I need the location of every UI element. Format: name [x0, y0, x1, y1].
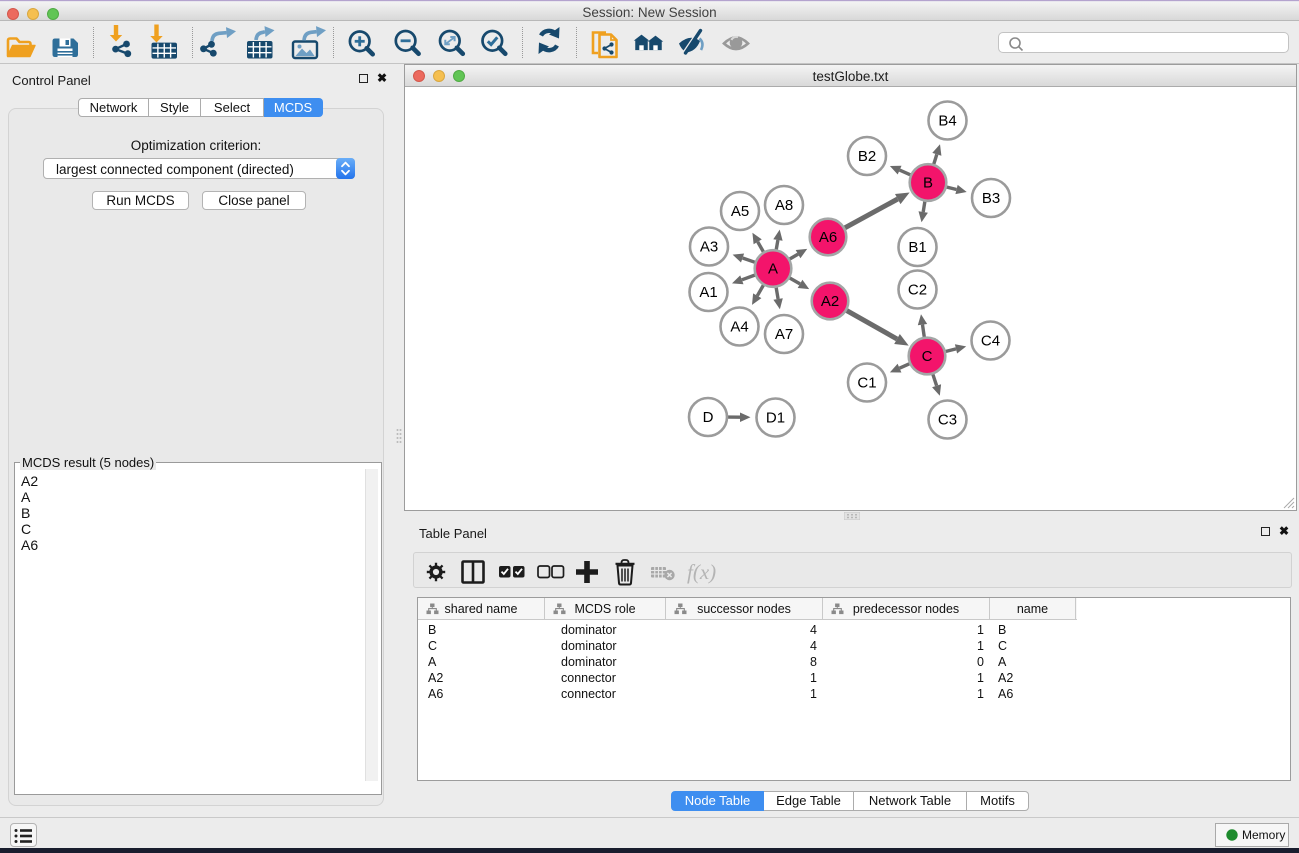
svg-text:A4: A4 [730, 319, 748, 336]
svg-text:C2: C2 [908, 282, 927, 299]
svg-text:A: A [768, 261, 778, 278]
svg-text:B3: B3 [982, 190, 1000, 207]
svg-text:A1: A1 [699, 284, 717, 301]
svg-text:B2: B2 [858, 148, 876, 165]
svg-text:A7: A7 [775, 326, 793, 343]
svg-text:f(x): f(x) [687, 560, 716, 584]
svg-text:C1: C1 [857, 375, 876, 392]
svg-text:A3: A3 [700, 239, 718, 256]
svg-text:B1: B1 [908, 239, 926, 256]
svg-text:C: C [922, 348, 933, 365]
svg-text:B4: B4 [938, 113, 956, 130]
svg-text:B: B [923, 175, 933, 192]
svg-text:A2: A2 [821, 293, 839, 310]
svg-text:C3: C3 [938, 412, 957, 429]
svg-text:C4: C4 [981, 333, 1000, 350]
svg-text:A8: A8 [775, 197, 793, 214]
svg-text:A6: A6 [819, 229, 837, 246]
svg-text:A5: A5 [731, 203, 749, 220]
svg-text:D: D [703, 409, 714, 426]
svg-text:D1: D1 [766, 410, 785, 427]
